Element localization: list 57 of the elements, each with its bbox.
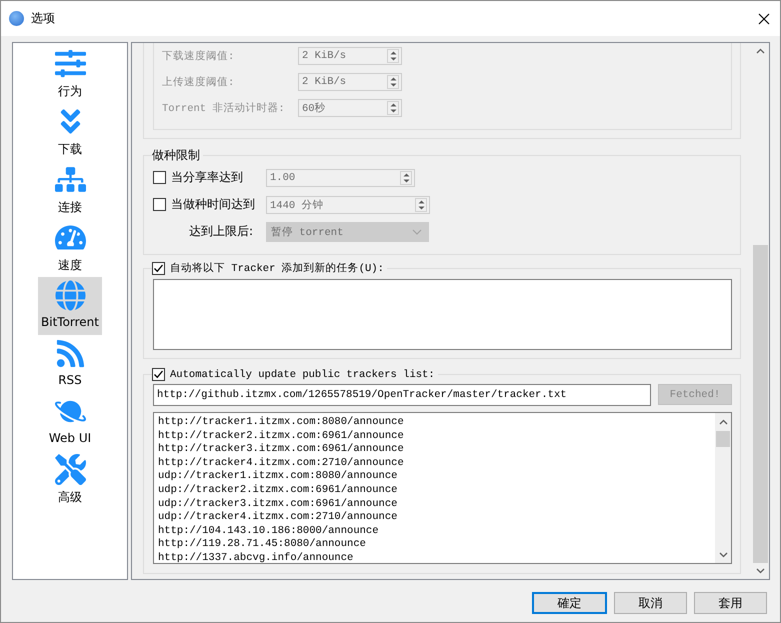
- sidebar-item[interactable]: Web UI: [38, 393, 102, 451]
- tools-icon: [54, 454, 86, 485]
- spin-field[interactable]: 1440 分钟: [266, 196, 430, 214]
- sidebar-item[interactable]: BitTorrent: [38, 277, 102, 335]
- field-label: 上传速度阈值:: [162, 75, 236, 89]
- window-title: 选项: [31, 10, 56, 27]
- tracker-url: udp://tracker4.itzmx.com:2710/announce: [158, 511, 398, 525]
- tracker-url: http://104.143.10.186:8000/announce: [158, 524, 380, 538]
- rss-icon: [54, 338, 86, 369]
- sliders-icon: [54, 48, 86, 79]
- scrollbar[interactable]: [715, 413, 731, 563]
- spin-field[interactable]: 1.00: [266, 168, 415, 186]
- sidebar-item[interactable]: 高级: [38, 451, 102, 509]
- sidebar-item[interactable]: 连接: [38, 161, 102, 219]
- dialog-button[interactable]: 確定: [532, 592, 607, 614]
- globe-icon: [54, 280, 86, 311]
- tracker-url: http://119.28.71.45:8080/announce: [158, 538, 367, 552]
- tracker-list[interactable]: [153, 412, 732, 564]
- scroll-thumb[interactable]: [753, 245, 768, 563]
- tracker-url: http://tracker4.itzmx.com:2710/announce: [158, 456, 405, 470]
- tracker-url: http://tracker1.itzmx.com:8080/announce: [158, 416, 405, 430]
- tracker-url: http://1337.abcvg.info/announce: [158, 552, 354, 563]
- checkbox-label: 自动将以下 Tracker 添加到新的任务(U):: [170, 261, 384, 275]
- tracker-url: udp://tracker2.itzmx.com:6961/announce: [158, 484, 398, 498]
- tracker-url: udp://tracker1.itzmx.com:8080/announce: [158, 470, 398, 484]
- tracker-url: http://tracker3.itzmx.com:6961/announce: [158, 443, 405, 457]
- sidebar-item[interactable]: 速度: [38, 219, 102, 277]
- app-logo-icon: [9, 11, 24, 26]
- spin-button[interactable]: [387, 49, 399, 63]
- tracker-url: udp://tracker3.itzmx.com:6961/announce: [158, 498, 398, 511]
- group-title: 做种限制: [152, 147, 200, 164]
- tracker-text-area[interactable]: [153, 279, 732, 350]
- close-button[interactable]: [756, 10, 772, 26]
- url-field[interactable]: http://github.itzmx.com/1265578519/OpenTracker/master/tracker.txt: [153, 384, 651, 406]
- checkbox-label: 当分享率达到: [171, 169, 244, 186]
- checkbox[interactable]: [153, 198, 166, 211]
- spin-button[interactable]: [415, 198, 427, 212]
- checkbox-label: 当做种时间达到: [171, 196, 256, 213]
- dialog-button[interactable]: 取消: [614, 592, 687, 614]
- caret-icon: [412, 228, 422, 234]
- spin-button[interactable]: [400, 170, 412, 184]
- checkbox[interactable]: [152, 368, 165, 381]
- spin-button[interactable]: [387, 101, 399, 115]
- sidebar-item[interactable]: RSS: [38, 335, 102, 393]
- sidebar-item[interactable]: 下载: [38, 103, 102, 161]
- dialog-button[interactable]: 套用: [694, 592, 767, 614]
- scroll-thumb[interactable]: [716, 431, 730, 447]
- spin-button[interactable]: [387, 75, 399, 89]
- field-label: 达到上限后:: [188, 223, 253, 240]
- sidebar-item[interactable]: 行为: [38, 45, 102, 103]
- checkbox[interactable]: [153, 171, 166, 184]
- field-label: 下载速度阈值:: [162, 49, 236, 63]
- field-label: Torrent 非活动计时器:: [162, 101, 286, 115]
- checkbox-label: Automatically update public trackers list:: [170, 368, 435, 380]
- sitemap-icon: [54, 164, 86, 195]
- tracker-url: http://tracker2.itzmx.com:6961/announce: [158, 430, 405, 443]
- checkbox[interactable]: [152, 262, 165, 274]
